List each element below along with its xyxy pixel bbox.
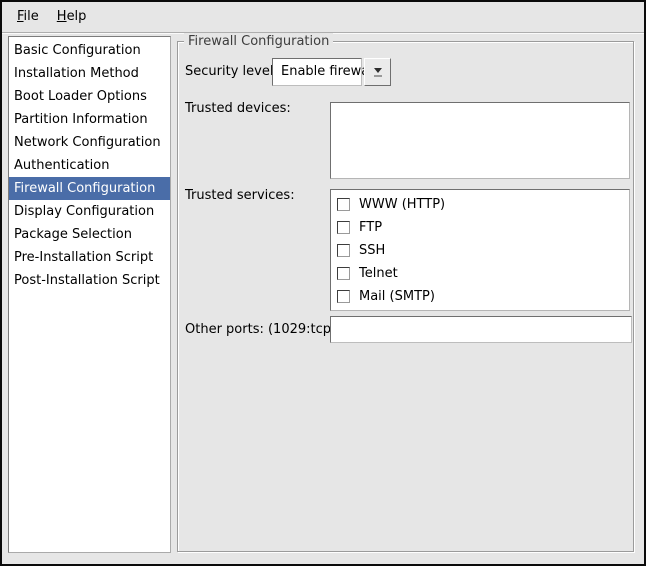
- sidebar-item-partition-information[interactable]: Partition Information: [9, 108, 170, 131]
- menu-bar: File Help: [2, 2, 646, 33]
- sidebar-item-firewall-configuration[interactable]: Firewall Configuration: [9, 177, 170, 200]
- trusted-services-label: Trusted services:: [185, 188, 295, 203]
- checkbox-mail-smtp[interactable]: [337, 290, 350, 303]
- service-label: Mail (SMTP): [359, 285, 435, 308]
- sidebar-item-post-installation-script[interactable]: Post-Installation Script: [9, 269, 170, 292]
- checkbox-telnet[interactable]: [337, 267, 350, 280]
- service-row-ftp[interactable]: FTP: [337, 216, 629, 239]
- service-row-ssh[interactable]: SSH: [337, 239, 629, 262]
- service-row-www-http[interactable]: WWW (HTTP): [337, 193, 629, 216]
- service-row-mail-smtp[interactable]: Mail (SMTP): [337, 285, 629, 308]
- security-level-combo-button[interactable]: [364, 58, 391, 86]
- sidebar-item-pre-installation-script[interactable]: Pre-Installation Script: [9, 246, 170, 269]
- sidebar-item-network-configuration[interactable]: Network Configuration: [9, 131, 170, 154]
- frame-title: Firewall Configuration: [184, 33, 333, 50]
- sidebar-item-package-selection[interactable]: Package Selection: [9, 223, 170, 246]
- security-level-label: Security level:: [185, 58, 278, 86]
- sidebar-item-installation-method[interactable]: Installation Method: [9, 62, 170, 85]
- sidebar-item-display-configuration[interactable]: Display Configuration: [9, 200, 170, 223]
- sidebar-item-boot-loader-options[interactable]: Boot Loader Options: [9, 85, 170, 108]
- service-row-telnet[interactable]: Telnet: [337, 262, 629, 285]
- other-ports-label: Other ports: (1029:tcp): [185, 316, 336, 343]
- menu-help[interactable]: Help: [48, 2, 96, 32]
- sidebar-item-authentication[interactable]: Authentication: [9, 154, 170, 177]
- sidebar-item-basic-configuration[interactable]: Basic Configuration: [9, 39, 170, 62]
- service-label: Telnet: [359, 262, 398, 285]
- service-label: FTP: [359, 216, 382, 239]
- chevron-down-icon-bar: [374, 75, 382, 77]
- checkbox-ftp[interactable]: [337, 221, 350, 234]
- trusted-services-list[interactable]: WWW (HTTP) FTP SSH Telnet Mail (SMTP): [330, 189, 630, 311]
- firewall-configuration-frame: Firewall Configuration Security level: E…: [177, 41, 634, 552]
- checkbox-www-http[interactable]: [337, 198, 350, 211]
- checkbox-ssh[interactable]: [337, 244, 350, 257]
- service-label: WWW (HTTP): [359, 193, 445, 216]
- chevron-down-icon: [374, 68, 382, 73]
- service-label: SSH: [359, 239, 385, 262]
- trusted-devices-label: Trusted devices:: [185, 101, 291, 116]
- menu-file[interactable]: File: [8, 2, 48, 32]
- security-level-combo-value[interactable]: Enable firewall: [272, 58, 362, 86]
- trusted-devices-list[interactable]: [330, 102, 630, 179]
- section-list[interactable]: Basic Configuration Installation Method …: [8, 36, 171, 553]
- kickstart-configurator-window: File Help Basic Configuration Installati…: [0, 0, 646, 566]
- other-ports-input[interactable]: [330, 316, 632, 343]
